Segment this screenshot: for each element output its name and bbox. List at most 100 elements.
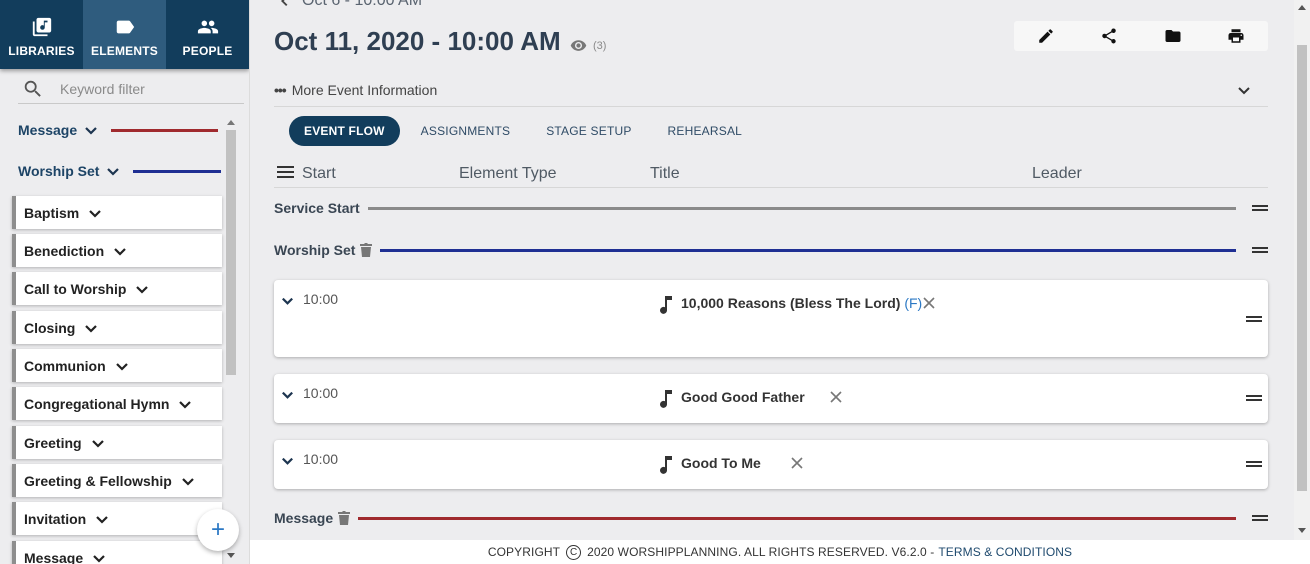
drag-handle-icon[interactable] — [1246, 461, 1262, 467]
chevron-down-icon[interactable] — [87, 205, 103, 221]
chevron-down-icon[interactable] — [90, 435, 106, 451]
element-item-label: Greeting & Fellowship — [24, 472, 172, 489]
add-element-button[interactable]: + — [197, 509, 239, 551]
flow-item-song[interactable]: 10:00 Good To Me — [274, 440, 1268, 489]
item-title[interactable]: 10,000 Reasons (Bless The Lord) (F) — [681, 295, 922, 311]
chevron-down-icon[interactable] — [1236, 82, 1252, 98]
sidebar-scrollbar[interactable] — [225, 116, 237, 564]
scroll-up-arrow[interactable] — [1298, 5, 1306, 10]
nav-libraries-label: LIBRARIES — [8, 43, 75, 58]
group-message[interactable]: Message — [18, 117, 219, 143]
element-item-baptism[interactable]: Baptism — [12, 196, 222, 229]
section-message: Message — [274, 507, 1268, 529]
drag-handle-icon[interactable] — [1252, 247, 1268, 253]
tab-event-flow[interactable]: EVENT FLOW — [289, 116, 400, 146]
group-message-color-bar — [111, 128, 219, 132]
element-item-greeting-fellowship[interactable]: Greeting & Fellowship — [12, 464, 222, 497]
close-icon[interactable] — [790, 456, 804, 470]
plus-icon: + — [210, 516, 225, 543]
nav-elements-label: ELEMENTS — [91, 43, 158, 58]
item-title[interactable]: Good Good Father — [681, 389, 805, 405]
drag-handle-icon[interactable] — [1252, 515, 1268, 521]
close-icon[interactable] — [922, 296, 936, 310]
main-scrollbar[interactable] — [1294, 0, 1310, 540]
flow-item-song[interactable]: 10:00 10,000 Reasons (Bless The Lord) (F… — [274, 280, 1268, 357]
item-title[interactable]: Good To Me — [681, 455, 761, 471]
edit-icon[interactable] — [1037, 27, 1055, 45]
column-menu-icon[interactable] — [277, 166, 294, 183]
chevron-down-icon[interactable] — [177, 396, 193, 412]
song-key: (F) — [904, 295, 923, 311]
music-note-icon — [660, 390, 672, 408]
drag-handle-icon[interactable] — [1252, 205, 1268, 211]
chevron-down-icon[interactable] — [83, 320, 99, 336]
item-time: 10:00 — [303, 291, 339, 307]
drag-handle-icon[interactable] — [1246, 316, 1262, 322]
chevron-down-icon[interactable] — [91, 550, 107, 564]
section-label: Worship Set — [274, 242, 356, 258]
element-item-label: Benediction — [24, 242, 105, 259]
section-label: Message — [274, 510, 334, 526]
event-main: Oct 6 - 10:00 AM Oct 11, 2020 - 10:00 AM… — [250, 0, 1294, 564]
element-item-label: Greeting — [24, 434, 82, 451]
event-title: Oct 11, 2020 - 10:00 AM — [274, 26, 561, 56]
view-count-value: (3) — [593, 39, 607, 52]
item-time: 10:00 — [303, 451, 339, 467]
chevron-down-icon[interactable] — [134, 281, 150, 297]
element-item-label: Closing — [24, 319, 76, 336]
eye-icon — [570, 40, 587, 51]
chevron-down-icon[interactable] — [94, 511, 110, 527]
main-scroll-thumb[interactable] — [1297, 45, 1307, 491]
tab-assignments[interactable]: ASSIGNMENTS — [406, 116, 526, 146]
tab-rehearsal[interactable]: REHEARSAL — [653, 116, 758, 146]
terms-link[interactable]: TERMS & CONDITIONS — [938, 545, 1072, 559]
flow-item-song[interactable]: 10:00 Good Good Father — [274, 374, 1268, 423]
song-title: Good Good Father — [681, 389, 805, 405]
trash-icon[interactable] — [360, 243, 373, 257]
chevron-down-icon[interactable] — [280, 293, 295, 308]
group-worship-set[interactable]: Worship Set — [18, 158, 222, 184]
event-actions-toolbar — [1014, 21, 1268, 51]
element-item-congregational-hymn[interactable]: Congregational Hymn — [12, 387, 222, 420]
section-label: Service Start — [274, 200, 360, 216]
close-icon[interactable] — [829, 390, 843, 404]
drag-handle-icon[interactable] — [1246, 395, 1262, 401]
element-item-invitation[interactable]: Invitation — [12, 502, 222, 535]
search-icon — [24, 80, 41, 97]
nav-libraries-button[interactable]: LIBRARIES — [0, 0, 83, 69]
scroll-up-arrow[interactable] — [227, 120, 235, 125]
element-item-call-to-worship[interactable]: Call to Worship — [12, 272, 222, 305]
header-element-type: Element Type — [459, 165, 557, 182]
sidebar-scroll-thumb[interactable] — [226, 130, 236, 375]
chevron-down-icon[interactable] — [112, 243, 128, 259]
chevron-down-icon[interactable] — [280, 387, 295, 402]
element-item-label: Message — [24, 549, 84, 564]
chevron-down-icon[interactable] — [180, 473, 196, 489]
nav-elements-button[interactable]: ELEMENTS — [83, 0, 166, 69]
element-item-communion[interactable]: Communion — [12, 349, 222, 382]
scroll-down-arrow[interactable] — [227, 553, 235, 558]
footer: COPYRIGHT C 2020 WORSHIPPLANNING. ALL RI… — [250, 540, 1310, 564]
trash-icon[interactable] — [338, 511, 351, 525]
more-event-information[interactable]: ••• More Event Information — [274, 74, 1268, 107]
chevron-down-icon — [107, 168, 120, 176]
keyword-filter-input[interactable] — [60, 80, 220, 97]
group-worship-set-label: Worship Set — [18, 163, 100, 179]
scroll-down-arrow[interactable] — [1298, 528, 1306, 533]
previous-event-link[interactable]: Oct 6 - 10:00 AM — [278, 0, 422, 10]
element-item-greeting[interactable]: Greeting — [12, 426, 222, 459]
element-item-benediction[interactable]: Benediction — [12, 234, 222, 267]
chevron-down-icon[interactable] — [114, 358, 130, 374]
element-item-closing[interactable]: Closing — [12, 311, 222, 344]
element-item-message[interactable]: Message — [12, 541, 222, 564]
share-icon[interactable] — [1100, 27, 1118, 45]
chevron-down-icon[interactable] — [280, 453, 295, 468]
footer-copyright: COPYRIGHT — [487, 545, 561, 559]
flow-table-header: Start Element Type Title Leader — [274, 160, 1268, 188]
nav-people-button[interactable]: PEOPLE — [166, 0, 249, 69]
element-item-label: Communion — [24, 357, 106, 374]
print-icon[interactable] — [1227, 27, 1245, 45]
footer-text: 2020 WORSHIPPLANNING. ALL RIGHTS RESERVE… — [587, 545, 935, 559]
tab-stage-setup[interactable]: STAGE SETUP — [531, 116, 646, 146]
folder-icon[interactable] — [1164, 27, 1182, 45]
